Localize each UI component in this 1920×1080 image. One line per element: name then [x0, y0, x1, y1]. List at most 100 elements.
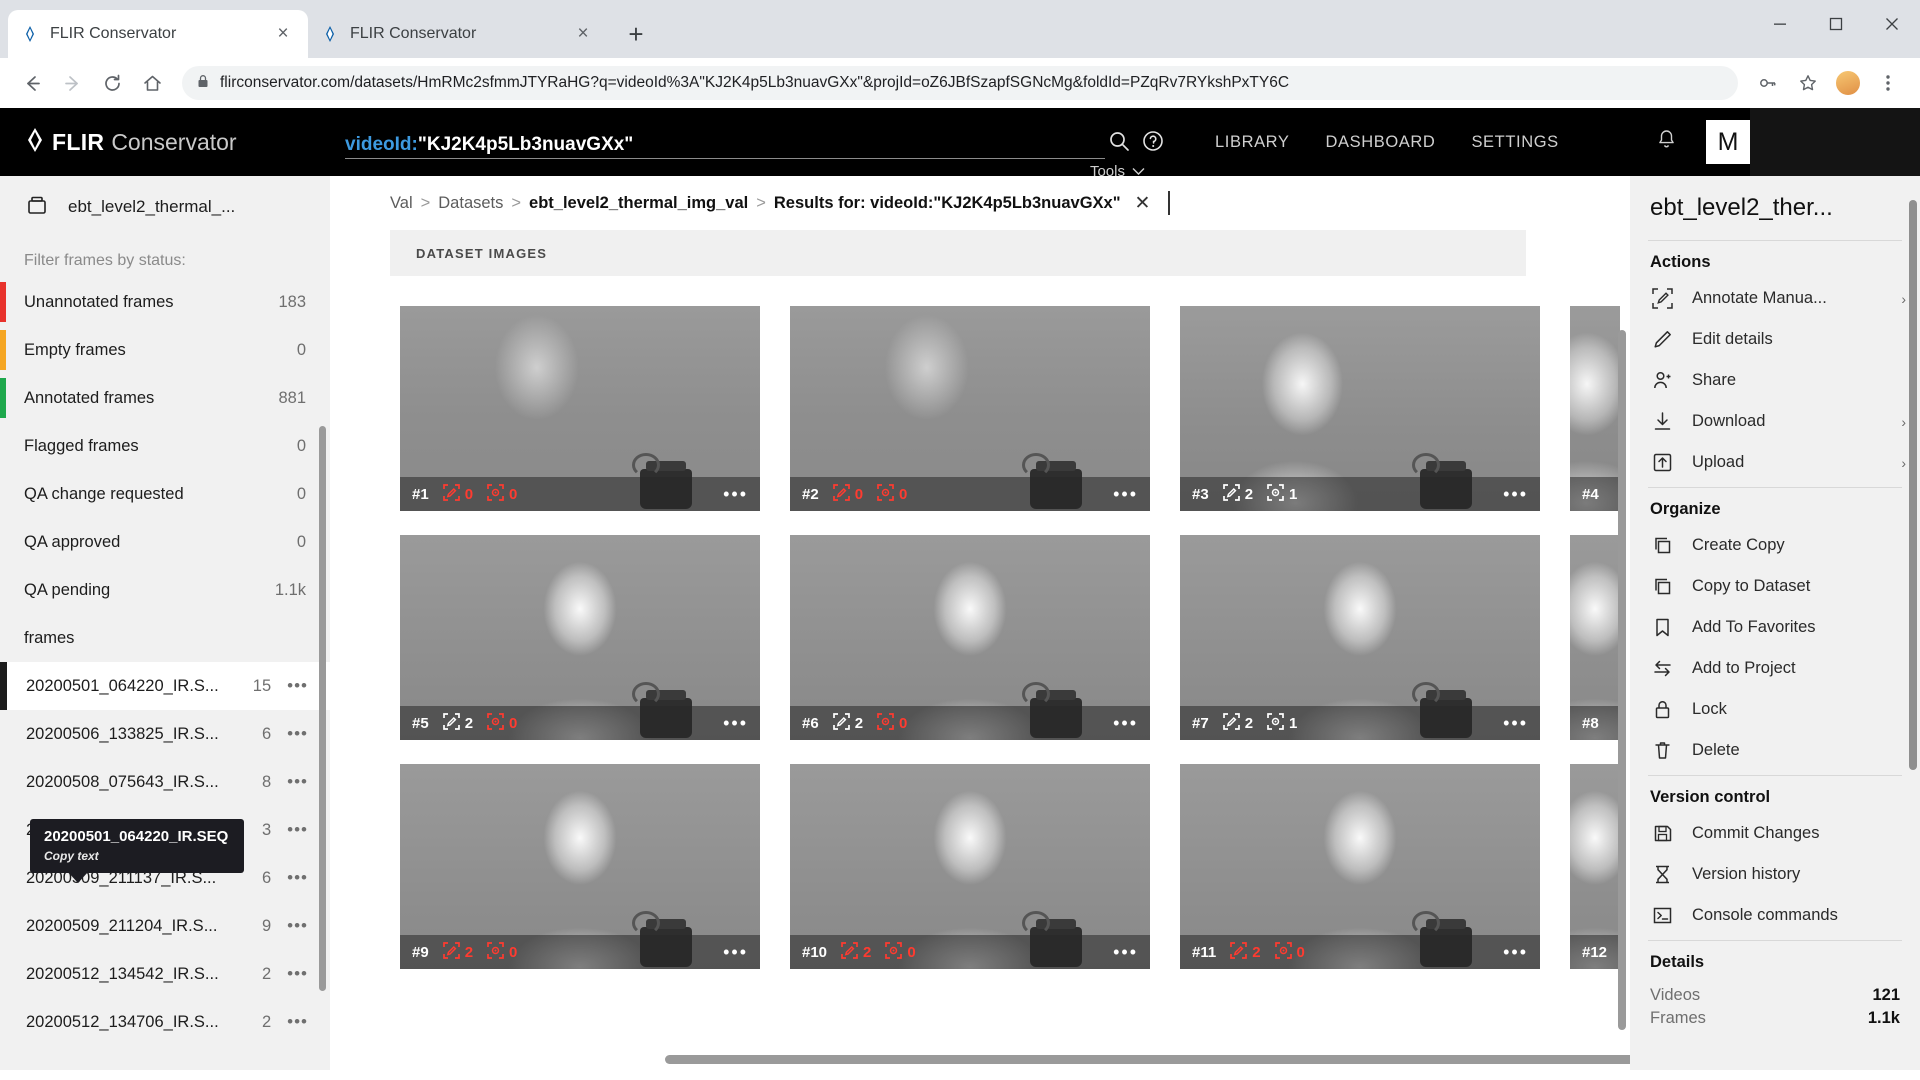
bookmark-star-icon[interactable] — [1788, 63, 1828, 103]
profile-avatar[interactable] — [1828, 63, 1868, 103]
thumbnail-card[interactable]: #4 — [1570, 306, 1620, 511]
nav-dashboard[interactable]: DASHBOARD — [1326, 133, 1436, 152]
maximize-icon[interactable] — [1808, 0, 1864, 48]
thumbnail-menu-icon[interactable]: ••• — [1503, 485, 1528, 503]
filter-annotated-frames[interactable]: Annotated frames 881 — [0, 374, 330, 422]
user-avatar[interactable]: M — [1706, 120, 1750, 164]
action-share[interactable]: Share — [1630, 360, 1920, 401]
thumbnail-menu-icon[interactable]: ••• — [1113, 485, 1138, 503]
main-horizontal-scrollbar[interactable] — [665, 1055, 1630, 1064]
thumbnail-card[interactable]: #11 2 0 ••• — [1180, 764, 1540, 969]
notification-bell-icon[interactable] — [1655, 128, 1678, 156]
thumbnail-menu-icon[interactable]: ••• — [723, 714, 748, 732]
help-icon[interactable] — [1141, 129, 1165, 158]
thumbnail-card[interactable]: #2 0 0 ••• — [790, 306, 1150, 511]
thumbnail-card[interactable]: #7 2 1 ••• — [1180, 535, 1540, 740]
browser-tab-1[interactable]: FLIR Conservator × — [8, 10, 308, 58]
action-download[interactable]: Download › — [1630, 401, 1920, 442]
search-input[interactable]: videoId: "KJ2K4p5Lb3nuavGXx" — [345, 125, 1105, 159]
list-item[interactable]: 20200508_075643_IR.S... 8 ••• — [0, 758, 330, 806]
row-menu-icon[interactable]: ••• — [287, 964, 308, 984]
tooltip-title: 20200501_064220_IR.SEQ — [44, 828, 229, 845]
row-menu-icon[interactable]: ••• — [287, 772, 308, 792]
filter-frames[interactable]: frames — [0, 614, 330, 662]
browser-tab-2[interactable]: FLIR Conservator × — [308, 10, 608, 58]
breadcrumb-item-dataset[interactable]: ebt_level2_thermal_img_val — [529, 194, 748, 213]
organize-delete[interactable]: Delete — [1630, 730, 1920, 771]
close-icon[interactable] — [1864, 0, 1920, 48]
browser-tab-2-close-icon[interactable]: × — [570, 21, 596, 47]
filter-qa-pending[interactable]: QA pending 1.1k — [0, 566, 330, 614]
filter-flagged-frames[interactable]: Flagged frames 0 — [0, 422, 330, 470]
list-item[interactable]: 20200512_134706_IR.S... 2 ••• — [0, 998, 330, 1046]
thumbnail-card[interactable]: #3 2 1 ••• — [1180, 306, 1540, 511]
row-menu-icon[interactable]: ••• — [287, 1012, 308, 1032]
annotate-icon — [841, 941, 858, 963]
move-arrows-icon — [1650, 658, 1674, 679]
chevron-right-icon: › — [1901, 290, 1906, 307]
right-panel-scrollbar[interactable] — [1909, 200, 1917, 770]
thumbnail-card[interactable]: #5 2 0 ••• — [400, 535, 760, 740]
action-edit-details[interactable]: Edit details — [1630, 319, 1920, 360]
breadcrumb-close-icon[interactable]: ✕ — [1135, 192, 1151, 215]
new-tab-button[interactable]: + — [618, 16, 654, 52]
list-item[interactable]: 20200509_211204_IR.S... 9 ••• — [0, 902, 330, 950]
sidebar-scrollbar[interactable] — [319, 426, 326, 991]
forward-icon[interactable] — [52, 63, 92, 103]
back-icon[interactable] — [12, 63, 52, 103]
filter-qa-change-requested[interactable]: QA change requested 0 — [0, 470, 330, 518]
nav-library[interactable]: LIBRARY — [1215, 133, 1290, 152]
thumbnail-card[interactable]: #1 0 0 ••• — [400, 306, 760, 511]
row-menu-icon[interactable]: ••• — [287, 868, 308, 888]
thumbnail-info-bar: #1 0 0 ••• — [400, 477, 760, 511]
action-upload[interactable]: Upload › — [1630, 442, 1920, 483]
thumbnail-menu-icon[interactable]: ••• — [723, 943, 748, 961]
list-item[interactable]: 20200512_134542_IR.S... 2 ••• — [0, 950, 330, 998]
annotation-count-value: 2 — [464, 943, 474, 961]
version-history[interactable]: Version history — [1630, 854, 1920, 895]
filter-qa-approved[interactable]: QA approved 0 — [0, 518, 330, 566]
row-menu-icon[interactable]: ••• — [287, 916, 308, 936]
browser-menu-icon[interactable] — [1868, 63, 1908, 103]
home-icon[interactable] — [132, 63, 172, 103]
filter-unannotated-frames[interactable]: Unannotated frames 183 — [0, 278, 330, 326]
thumbnail-card[interactable]: #8 — [1570, 535, 1620, 740]
search-icon[interactable] — [1107, 129, 1131, 158]
thumbnail-card[interactable]: #12 — [1570, 764, 1620, 969]
thumbnail-card[interactable]: #9 2 0 ••• — [400, 764, 760, 969]
app-logo[interactable]: FLIR Conservator — [0, 127, 345, 158]
minimize-icon[interactable] — [1752, 0, 1808, 48]
organize-add-to-project[interactable]: Add to Project — [1630, 648, 1920, 689]
list-item[interactable]: 20200506_133825_IR.S... 6 ••• — [0, 710, 330, 758]
main-vertical-scrollbar[interactable] — [1618, 330, 1626, 1030]
list-item[interactable]: 20200501_064220_IR.S... 15 ••• — [0, 662, 330, 710]
browser-tab-1-close-icon[interactable]: × — [270, 21, 296, 47]
version-console-commands[interactable]: Console commands — [1630, 895, 1920, 936]
version-commit-changes[interactable]: Commit Changes — [1630, 813, 1920, 854]
organize-add-to-favorites[interactable]: Add To Favorites — [1630, 607, 1920, 648]
thumbnail-menu-icon[interactable]: ••• — [1113, 943, 1138, 961]
row-menu-icon[interactable]: ••• — [287, 676, 308, 696]
sidebar-dataset-header[interactable]: ebt_level2_thermal_... — [0, 176, 330, 238]
thumbnail-menu-icon[interactable]: ••• — [1503, 714, 1528, 732]
breadcrumb-item-datasets[interactable]: Datasets — [438, 194, 503, 213]
breadcrumb-item-val[interactable]: Val — [390, 194, 413, 213]
thumbnail-menu-icon[interactable]: ••• — [1503, 943, 1528, 961]
organize-lock[interactable]: Lock — [1630, 689, 1920, 730]
thumbnail-card[interactable]: #6 2 0 ••• — [790, 535, 1150, 740]
thumbnail-info-bar: #7 2 1 ••• — [1180, 706, 1540, 740]
thumbnail-menu-icon[interactable]: ••• — [723, 485, 748, 503]
reload-icon[interactable] — [92, 63, 132, 103]
right-panel-title: ebt_level2_ther... — [1650, 194, 1833, 221]
filter-empty-frames[interactable]: Empty frames 0 — [0, 326, 330, 374]
organize-create-copy[interactable]: Create Copy — [1630, 525, 1920, 566]
thumbnail-menu-icon[interactable]: ••• — [1113, 714, 1138, 732]
row-menu-icon[interactable]: ••• — [287, 820, 308, 840]
address-bar[interactable]: flirconservator.com/datasets/HmRMc2sfmmJ… — [182, 66, 1738, 100]
password-key-icon[interactable] — [1748, 63, 1788, 103]
action-annotate-manually[interactable]: Annotate Manua... › — [1630, 278, 1920, 319]
thumbnail-card[interactable]: #10 2 0 ••• — [790, 764, 1150, 969]
row-menu-icon[interactable]: ••• — [287, 724, 308, 744]
organize-copy-to-dataset[interactable]: Copy to Dataset — [1630, 566, 1920, 607]
nav-settings[interactable]: SETTINGS — [1471, 133, 1558, 152]
